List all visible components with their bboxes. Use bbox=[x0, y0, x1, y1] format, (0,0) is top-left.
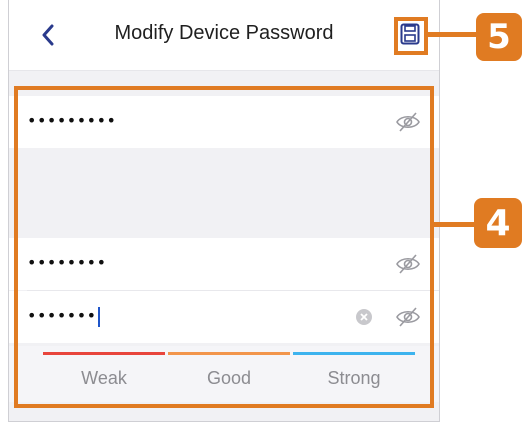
top-bar: Modify Device Password bbox=[9, 0, 439, 71]
callout-badge-5: 5 bbox=[476, 13, 522, 61]
page-title: Modify Device Password bbox=[114, 22, 334, 44]
form-callout-box bbox=[14, 86, 434, 408]
save-callout-line bbox=[428, 32, 478, 37]
save-callout-box bbox=[394, 17, 428, 55]
chevron-left-icon bbox=[42, 24, 54, 46]
callout-badge-4: 4 bbox=[474, 198, 522, 248]
back-button[interactable] bbox=[33, 20, 63, 50]
